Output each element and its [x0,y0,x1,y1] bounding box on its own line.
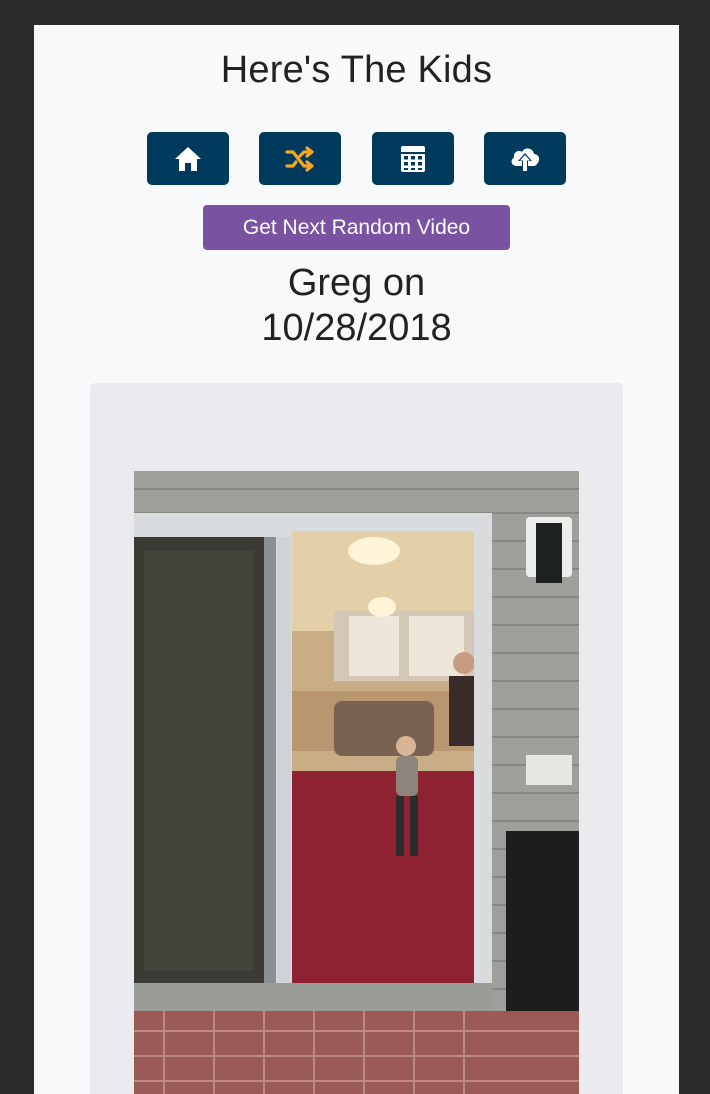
cloud-upload-icon [511,147,540,172]
calendar-button[interactable] [372,132,454,185]
video-thumbnail [134,471,579,1094]
shuffle-icon [285,145,314,172]
home-icon [175,146,201,171]
shuffle-button[interactable] [259,132,341,185]
calendar-icon [401,145,425,172]
video-heading-name: Greg on [287,262,426,304]
home-button[interactable] [147,132,229,185]
video-player[interactable] [134,471,579,1094]
upload-button[interactable] [484,132,566,185]
video-heading: Greg on 10/28/2018 [34,261,679,351]
page-title: Here's The Kids [220,49,493,91]
next-random-video-button[interactable]: Get Next Random Video [203,205,510,250]
page-container: Here's The Kids Get Next Random Video Gr… [34,25,679,1094]
video-heading-date: 10/28/2018 [261,307,452,349]
